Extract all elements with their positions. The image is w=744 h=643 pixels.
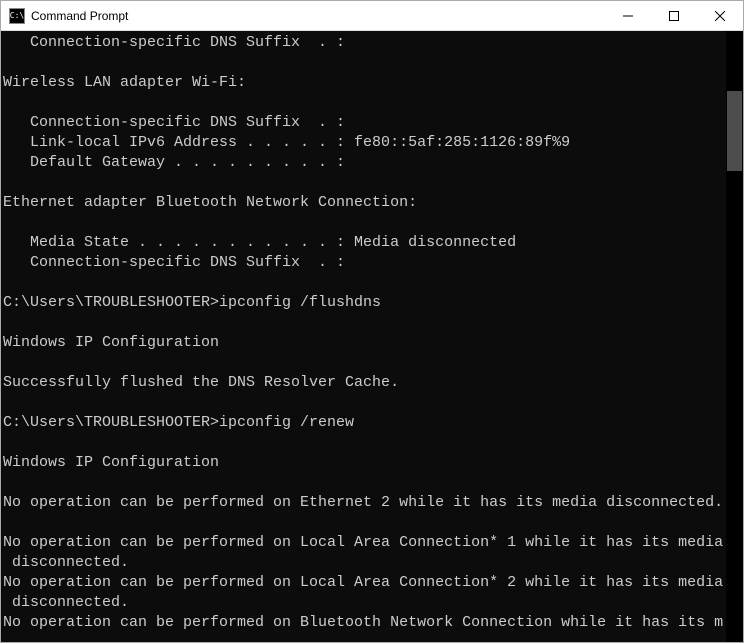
terminal-line	[3, 93, 726, 113]
scrollbar[interactable]	[726, 31, 743, 642]
terminal-line	[3, 433, 726, 453]
terminal-line: Ethernet adapter Bluetooth Network Conne…	[3, 193, 726, 213]
terminal-line	[3, 513, 726, 533]
minimize-button[interactable]	[605, 1, 651, 31]
titlebar: C:\ Command Prompt	[1, 1, 743, 31]
terminal-line: C:\Users\TROUBLESHOOTER>ipconfig /flushd…	[3, 293, 726, 313]
maximize-icon	[669, 11, 679, 21]
terminal-line: C:\Users\TROUBLESHOOTER>ipconfig /renew	[3, 413, 726, 433]
terminal-line: disconnected.	[3, 593, 726, 613]
terminal-line	[3, 173, 726, 193]
terminal-line: No operation can be performed on Local A…	[3, 573, 726, 593]
terminal-line	[3, 213, 726, 233]
maximize-button[interactable]	[651, 1, 697, 31]
terminal-line: Windows IP Configuration	[3, 333, 726, 353]
terminal-container: Connection-specific DNS Suffix . : Wirel…	[1, 31, 743, 642]
scrollbar-thumb[interactable]	[727, 91, 742, 171]
terminal-line	[3, 273, 726, 293]
terminal-line: Connection-specific DNS Suffix . :	[3, 113, 726, 133]
terminal-line: Connection-specific DNS Suffix . :	[3, 33, 726, 53]
terminal-line	[3, 473, 726, 493]
terminal-line: disconnected.	[3, 553, 726, 573]
terminal-line: Media State . . . . . . . . . . . : Medi…	[3, 233, 726, 253]
minimize-icon	[623, 11, 633, 21]
window-controls	[605, 1, 743, 31]
terminal-line	[3, 313, 726, 333]
terminal-line	[3, 353, 726, 373]
terminal-output[interactable]: Connection-specific DNS Suffix . : Wirel…	[1, 31, 726, 642]
terminal-line: Successfully flushed the DNS Resolver Ca…	[3, 373, 726, 393]
terminal-line: No operation can be performed on Bluetoo…	[3, 613, 726, 633]
terminal-line: Link-local IPv6 Address . . . . . : fe80…	[3, 133, 726, 153]
cmd-icon-text: C:\	[10, 12, 24, 20]
terminal-line	[3, 53, 726, 73]
terminal-line	[3, 393, 726, 413]
terminal-line: No operation can be performed on Local A…	[3, 533, 726, 553]
close-icon	[715, 11, 725, 21]
window-title: Command Prompt	[31, 9, 605, 23]
cmd-icon: C:\	[9, 8, 25, 24]
terminal-line: Wireless LAN adapter Wi-Fi:	[3, 73, 726, 93]
close-button[interactable]	[697, 1, 743, 31]
terminal-line: No operation can be performed on Etherne…	[3, 493, 726, 513]
terminal-line: Default Gateway . . . . . . . . . :	[3, 153, 726, 173]
terminal-line: Connection-specific DNS Suffix . :	[3, 253, 726, 273]
terminal-line: Windows IP Configuration	[3, 453, 726, 473]
